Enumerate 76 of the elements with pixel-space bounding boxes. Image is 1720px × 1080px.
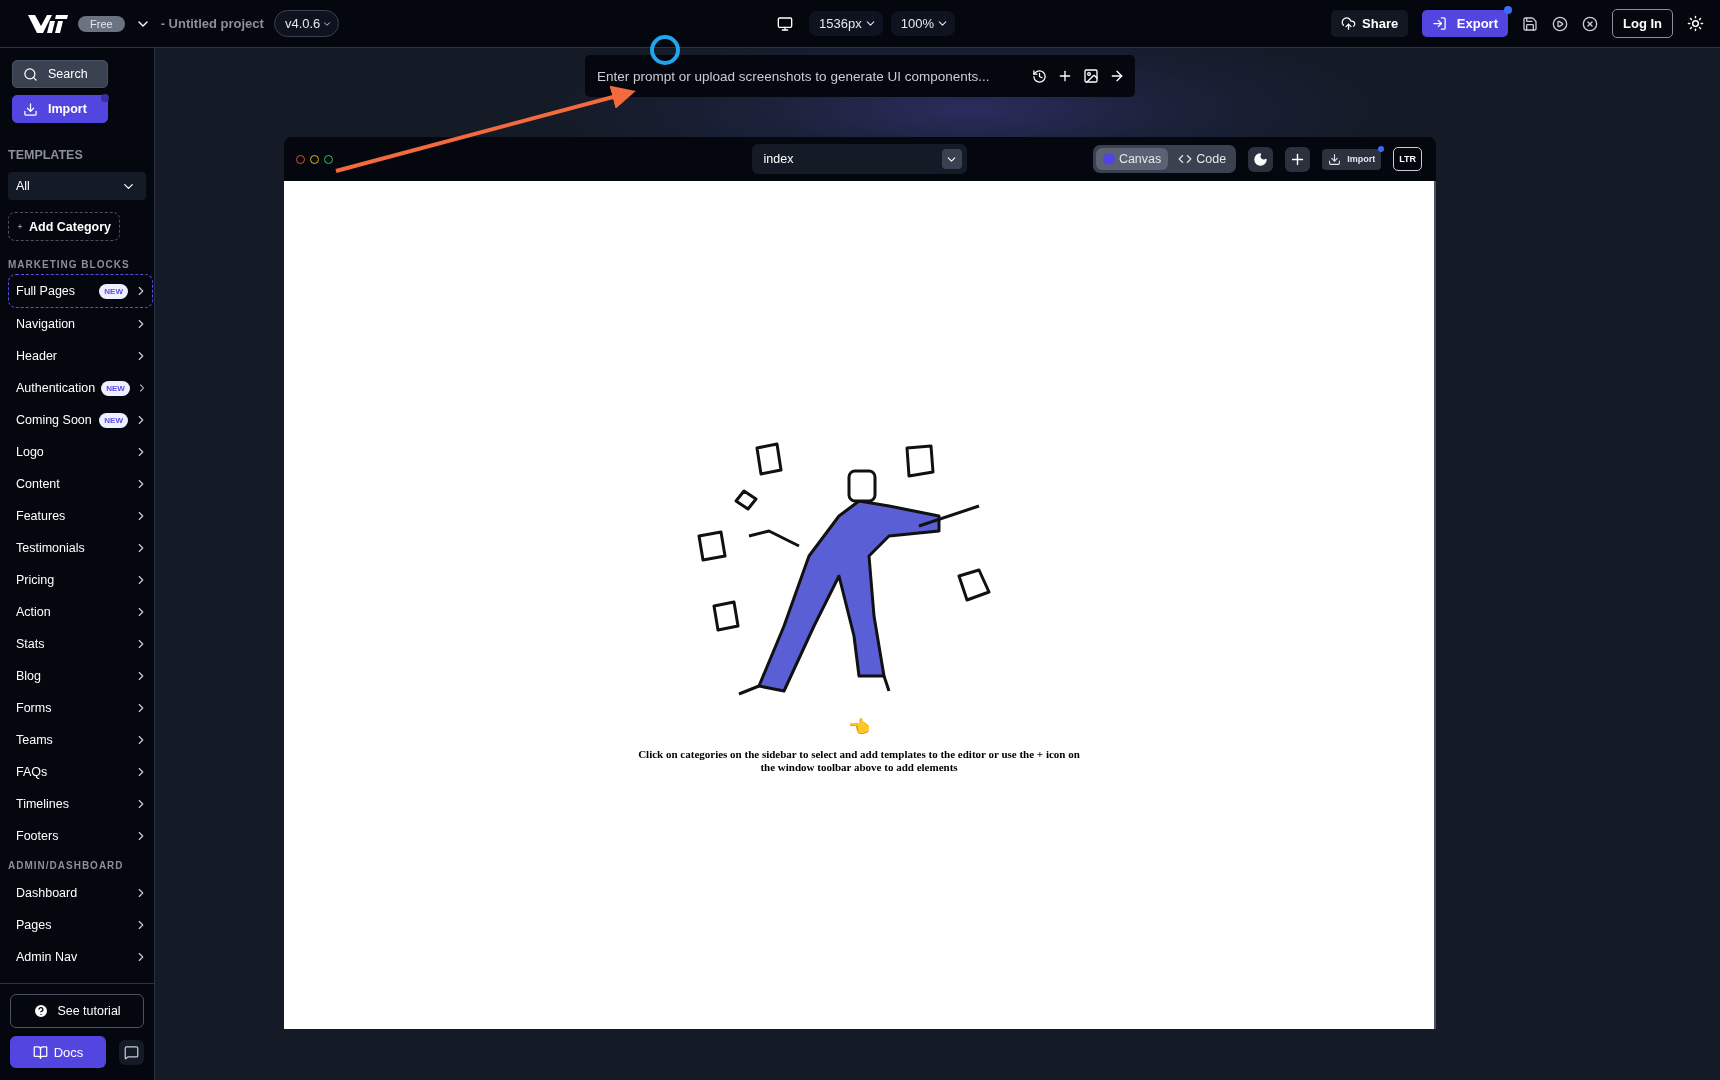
hint-emoji: 👈 [848,715,870,738]
category-item[interactable]: Coming Soon NEW [8,404,153,436]
book-icon [32,1044,48,1060]
plan-badge: Free [78,15,125,32]
close-icon[interactable] [1582,15,1598,32]
cloud-upload-icon [1341,16,1357,31]
category-item[interactable]: Header [8,340,153,372]
version-selector[interactable]: v4.0.6 [273,10,340,37]
category-item[interactable]: Blog [8,660,153,692]
hint-text: Click on categories on the sidebar to select and add templates to the editor or use the + icon on the window toolbar above to add elements [637,747,1081,775]
send-icon[interactable] [1109,68,1125,84]
category-item[interactable]: Dashboard [8,877,153,909]
category-item[interactable]: Teams [8,724,153,756]
prompt-field[interactable]: Enter prompt or upload screenshots to generate UI components... [585,55,1135,97]
category-item[interactable]: Pages [8,909,153,941]
new-badge: NEW [99,412,128,428]
save-icon[interactable] [1522,15,1538,32]
share-button[interactable]: Share [1331,10,1409,37]
download-icon [1328,152,1342,166]
notification-dot [1378,145,1385,152]
logo-icon [28,14,68,33]
code-icon [1178,152,1193,166]
category-item[interactable]: Stats [8,628,153,660]
image-icon[interactable] [1083,68,1099,84]
category-item[interactable]: Forms [8,692,153,724]
zoom-selector[interactable]: 100% [890,11,955,36]
category-item[interactable]: Content [8,468,153,500]
chat-icon[interactable] [119,1039,144,1065]
width-selector[interactable]: 1536px [809,11,883,36]
import-button[interactable]: Import [1322,148,1382,170]
help-icon [33,1003,50,1019]
moon-icon[interactable] [1248,146,1274,172]
category-item[interactable]: Footers [8,820,153,852]
new-badge: NEW [101,380,130,396]
download-icon [23,101,38,117]
annotation-circle [650,35,680,65]
category-item[interactable]: Navigation [8,308,153,340]
notification-dot [1504,6,1512,14]
mode-tab[interactable]: Code [1171,148,1234,170]
section-heading: MARKETING BLOCKS [8,259,131,270]
project-title: - Untitled project [160,16,264,31]
new-badge: NEW [99,283,128,299]
page-select[interactable]: index [751,144,967,174]
history-icon[interactable] [1032,68,1047,84]
category-item[interactable]: Timelines [8,788,153,820]
sign-in-icon [1432,16,1448,31]
category-item[interactable]: Pricing [8,564,153,596]
category-item[interactable]: Features [8,500,153,532]
mode-tab[interactable]: Canvas [1095,148,1169,170]
section-heading: TEMPLATES [8,148,84,162]
search-icon [23,66,38,82]
category-item[interactable]: Testimonials [8,532,153,564]
play-icon[interactable] [1552,15,1568,32]
category-item[interactable]: Action [8,596,153,628]
category-item[interactable]: Authentication NEW [8,372,153,404]
message-icon [124,1044,139,1060]
tutorial-button[interactable]: See tutorial [10,994,144,1028]
direction-button[interactable]: LTR [1393,147,1422,171]
category-item[interactable]: Logo [8,436,153,468]
sun-icon[interactable] [1687,15,1704,32]
import-button[interactable]: Import [12,95,108,123]
desktop-icon[interactable] [777,15,794,32]
section-heading: ADMIN/DASHBOARD [8,860,125,871]
add-icon[interactable] [1285,146,1311,172]
category-item[interactable]: Full Pages NEW [8,274,153,308]
prompt-input[interactable]: Enter prompt or upload screenshots to generate UI components... [595,67,1022,85]
login-button[interactable]: Log In [1612,9,1673,38]
category-item[interactable]: Admin Nav [8,941,153,973]
caret-icon [941,149,962,169]
category-item[interactable]: FAQs [8,756,153,788]
plus-icon[interactable] [1057,68,1073,84]
category-select[interactable]: All [8,172,146,200]
docs-button[interactable]: Docs [10,1036,106,1068]
notification-dot [101,94,109,102]
search-button[interactable]: Search [12,60,108,88]
add-category-button[interactable]: Add Category [8,212,120,241]
